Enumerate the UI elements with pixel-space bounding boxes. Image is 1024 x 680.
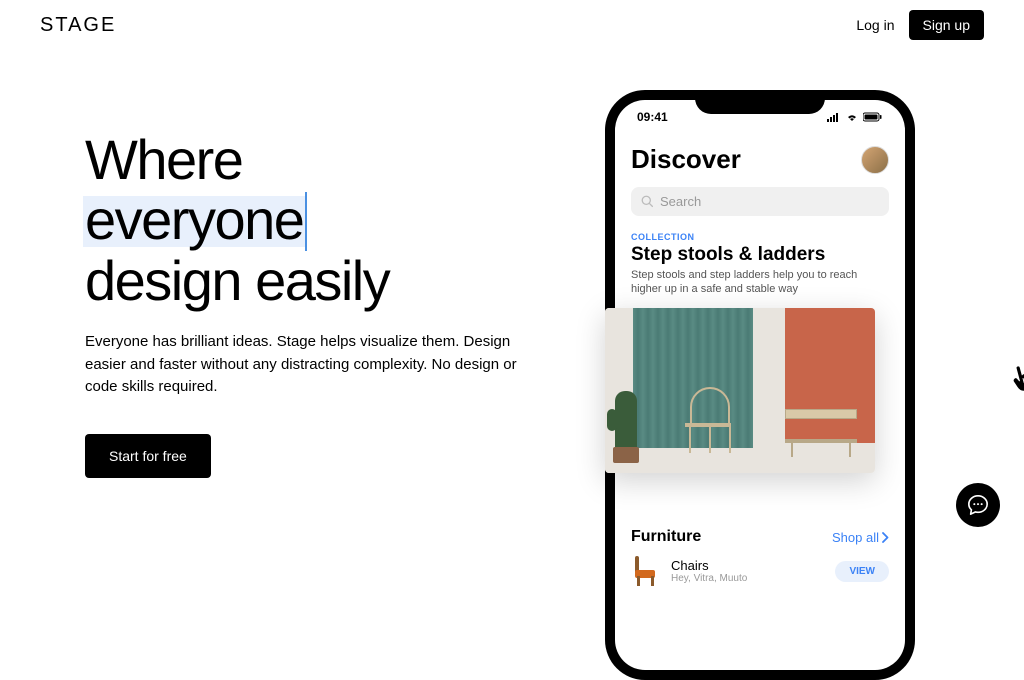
product-image xyxy=(605,308,875,473)
floating-image-card[interactable] xyxy=(605,308,875,473)
furniture-title: Furniture xyxy=(631,528,701,546)
header-actions: Log in Sign up xyxy=(856,10,984,40)
view-button[interactable]: VIEW xyxy=(835,561,889,582)
wifi-icon xyxy=(845,112,859,122)
list-item-content: Chairs Hey, Vitra, Muuto xyxy=(631,556,747,586)
chevron-right-icon xyxy=(882,532,889,543)
hero-title-highlight: everyone xyxy=(85,190,303,250)
logo[interactable]: STAGE xyxy=(40,14,116,37)
furniture-header: Furniture Shop all xyxy=(631,528,889,546)
discover-title: Discover xyxy=(631,144,741,175)
hero-content: Where everyone design easily Everyone ha… xyxy=(85,90,535,680)
collection-description: Step stools and step ladders help you to… xyxy=(631,268,889,297)
collection-label: COLLECTION xyxy=(631,232,889,242)
list-item-text: Chairs Hey, Vitra, Muuto xyxy=(671,558,747,584)
hero-subtitle: Everyone has brilliant ideas. Stage help… xyxy=(85,331,535,399)
list-item[interactable]: Chairs Hey, Vitra, Muuto VIEW xyxy=(631,556,889,586)
item-title: Chairs xyxy=(671,558,747,573)
start-for-free-button[interactable]: Start for free xyxy=(85,434,211,478)
header: STAGE Log in Sign up xyxy=(0,0,1024,40)
app-content: Discover Search COLLECTION Step stools &… xyxy=(615,124,905,297)
search-icon xyxy=(641,195,654,208)
battery-icon xyxy=(863,112,883,122)
hero-section: Where everyone design easily Everyone ha… xyxy=(0,40,1024,680)
shop-all-link[interactable]: Shop all xyxy=(832,530,889,545)
status-icons xyxy=(827,110,883,124)
item-subtitle: Hey, Vitra, Muuto xyxy=(671,573,747,584)
discover-header: Discover xyxy=(631,144,889,175)
furniture-section: Furniture Shop all xyxy=(631,528,889,586)
collection-title: Step stools & ladders xyxy=(631,244,889,266)
phone-mockup-container: 09:41 Discover Search xyxy=(575,90,1024,680)
search-placeholder: Search xyxy=(660,194,701,209)
chair-icon xyxy=(631,556,661,586)
avatar[interactable] xyxy=(861,146,889,174)
status-time: 09:41 xyxy=(637,110,668,124)
login-link[interactable]: Log in xyxy=(856,17,894,33)
phone-notch xyxy=(695,90,825,114)
chat-widget-button[interactable] xyxy=(956,483,1000,527)
hero-title-line3: design easily xyxy=(85,249,389,312)
hero-title: Where everyone design easily xyxy=(85,130,535,311)
hand-cursor-icon xyxy=(1008,362,1024,401)
text-cursor xyxy=(305,192,307,250)
search-input[interactable]: Search xyxy=(631,187,889,216)
signup-button[interactable]: Sign up xyxy=(909,10,984,40)
hero-title-line1: Where xyxy=(85,128,242,191)
chat-icon xyxy=(967,494,989,516)
signal-icon xyxy=(827,112,841,122)
